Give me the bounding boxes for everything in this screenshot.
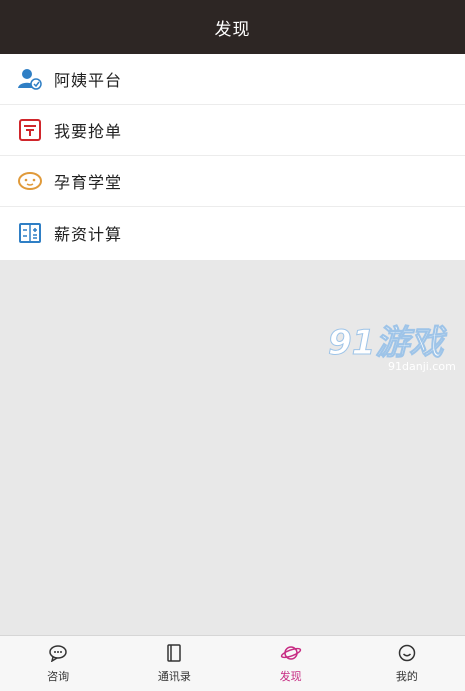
watermark-brand: 91游戏 <box>328 323 447 363</box>
chat-icon <box>48 644 68 665</box>
menu-label: 孕育学堂 <box>54 173 123 192</box>
calculator-icon <box>16 219 44 247</box>
empty-content-area: 91游戏 91danji.com <box>0 260 465 636</box>
watermark-logo: 91游戏 91danji.com <box>328 323 456 374</box>
tab-discover[interactable]: 发现 <box>233 636 349 691</box>
user-platform-icon <box>16 65 44 93</box>
tab-mine[interactable]: 我的 <box>349 636 465 691</box>
page-title: 发现 <box>214 19 251 40</box>
tab-consult[interactable]: 咨询 <box>0 636 116 691</box>
smiley-icon <box>398 644 416 665</box>
watermark-site: 91danji.com <box>388 360 456 373</box>
menu-item-grab-order[interactable]: 我要抢单 <box>0 105 465 156</box>
contacts-icon <box>166 643 182 665</box>
menu-label: 我要抢单 <box>54 122 123 141</box>
title-bar: 发现 <box>0 0 465 54</box>
tab-label: 咨询 <box>47 669 70 683</box>
discover-menu: 阿姨平台 我要抢单 孕育学堂 薪资计算 <box>0 54 465 260</box>
menu-item-salary-calculator[interactable]: 薪资计算 <box>0 207 465 258</box>
baby-face-icon <box>16 167 44 195</box>
bottom-tab-bar: 咨询 通讯录 发现 我的 <box>0 635 465 691</box>
tab-label: 发现 <box>279 669 302 683</box>
menu-item-aunt-platform[interactable]: 阿姨平台 <box>0 54 465 105</box>
menu-label: 薪资计算 <box>54 224 123 244</box>
tab-contacts[interactable]: 通讯录 <box>116 636 232 691</box>
tab-label: 我的 <box>395 669 418 683</box>
tab-label: 通讯录 <box>157 669 191 683</box>
order-icon <box>16 116 44 144</box>
menu-label: 阿姨平台 <box>54 71 123 90</box>
menu-item-parenting-school[interactable]: 孕育学堂 <box>0 156 465 207</box>
planet-icon <box>280 644 302 665</box>
